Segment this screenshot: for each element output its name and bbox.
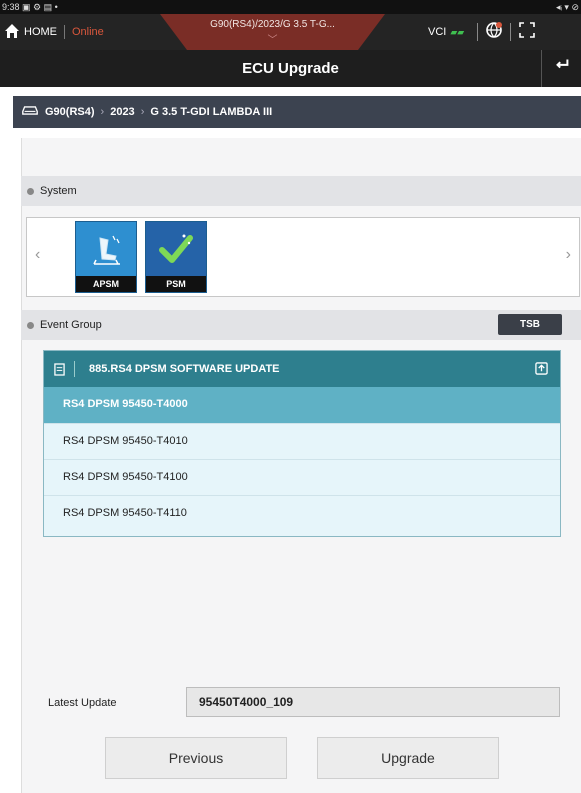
back-arrow-icon (553, 50, 571, 87)
home-label: HOME (24, 26, 57, 38)
system-item-psm[interactable]: PSM (145, 221, 207, 293)
status-left: 9:38 ▣ ⚙ ▤ • (2, 2, 58, 13)
back-button[interactable] (541, 50, 581, 87)
page-title-bar: ECU Upgrade (0, 50, 581, 87)
vci-status[interactable]: VCI ▰▰ (428, 14, 464, 50)
status-icons-left: ▣ ⚙ ▤ • (22, 2, 58, 12)
document-icon (44, 362, 74, 376)
divider (477, 23, 478, 41)
breadcrumb-year[interactable]: 2023 (110, 106, 134, 118)
event-list-header[interactable]: 885.RS4 DPSM SOFTWARE UPDATE (44, 351, 560, 387)
vehicle-info-label: G90(RS4)/2023/G 3.5 T-G... (210, 19, 335, 30)
event-row[interactable]: RS4 DPSM 95450-T4010 (44, 423, 560, 459)
event-group-header: Event Group (21, 310, 581, 340)
chevron-left-icon[interactable]: ‹ (35, 246, 40, 264)
fullscreen-icon[interactable] (517, 20, 537, 45)
status-icons-right: ◂ᵢ ▾ ⊘ (556, 2, 579, 12)
breadcrumb-separator-icon: › (140, 106, 145, 118)
breadcrumb-engine[interactable]: G 3.5 T-GDI LAMBDA III (150, 106, 272, 118)
home-button[interactable]: HOME Online (4, 14, 104, 50)
checkmark-icon (146, 222, 206, 277)
system-section-label: System (40, 185, 77, 197)
page-title: ECU Upgrade (242, 60, 339, 77)
event-row[interactable]: RS4 DPSM 95450-T4000 (44, 387, 560, 423)
breadcrumb-separator-icon: › (100, 106, 105, 118)
divider (510, 23, 511, 41)
status-bar: 9:38 ▣ ⚙ ▤ • ◂ᵢ ▾ ⊘ (0, 0, 581, 14)
system-item-apsm[interactable]: APSM (75, 221, 137, 293)
home-icon (4, 23, 20, 42)
vehicle-info-tab[interactable]: G90(RS4)/2023/G 3.5 T-G... ﹀ (160, 14, 385, 50)
status-time: 9:38 (2, 2, 20, 12)
globe-sync-icon[interactable] (484, 20, 504, 45)
bullet-icon (27, 321, 34, 329)
divider (64, 25, 65, 39)
latest-update-value: 95450T4000_109 (186, 687, 560, 717)
system-selector: ‹ APSM PSM › (26, 217, 580, 297)
system-section-header: System (21, 176, 581, 206)
chevron-down-icon: ﹀ (267, 35, 278, 46)
event-list: 885.RS4 DPSM SOFTWARE UPDATE RS4 DPSM 95… (43, 350, 561, 537)
breadcrumb: G90(RS4) › 2023 › G 3.5 T-GDI LAMBDA III (13, 96, 581, 128)
event-group-label: Event Group (40, 319, 102, 331)
breadcrumb-model[interactable]: G90(RS4) (45, 106, 95, 118)
export-icon[interactable] (535, 362, 548, 378)
upgrade-button[interactable]: Upgrade (317, 737, 499, 779)
vci-label: VCI (428, 26, 447, 38)
event-title: 885.RS4 DPSM SOFTWARE UPDATE (89, 363, 280, 375)
latest-update-label: Latest Update (48, 697, 117, 709)
system-item-label: PSM (146, 276, 206, 292)
event-row[interactable]: RS4 DPSM 95450-T4110 (44, 495, 560, 531)
chevron-right-icon[interactable]: › (566, 246, 571, 264)
car-icon (21, 105, 39, 119)
vci-connected-icon: ▰▰ (450, 26, 465, 37)
online-status: Online (72, 26, 104, 38)
event-row[interactable]: RS4 DPSM 95450-T4100 (44, 459, 560, 495)
system-item-label: APSM (76, 276, 136, 292)
divider (74, 361, 75, 377)
previous-button[interactable]: Previous (105, 737, 287, 779)
top-nav: HOME Online G90(RS4)/2023/G 3.5 T-G... ﹀… (0, 14, 581, 50)
bullet-icon (27, 187, 34, 195)
top-right-controls (471, 14, 537, 50)
tsb-button[interactable]: TSB (498, 314, 562, 335)
seat-icon (76, 222, 136, 277)
